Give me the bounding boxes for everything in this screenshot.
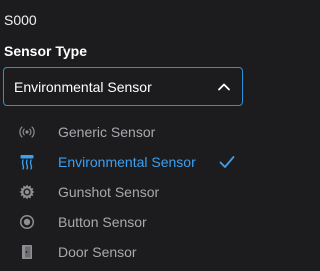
option-gunshot-sensor[interactable]: Gunshot Sensor [0,177,250,207]
option-label: Gunshot Sensor [58,184,160,200]
option-label: Door Sensor [58,244,137,260]
option-generic-sensor[interactable]: Generic Sensor [0,117,250,147]
sensor-type-label: Sensor Type [4,43,87,59]
device-id-label: S000 [4,12,37,28]
sensor-type-options-list: Generic Sensor Environmental Sensor Guns… [0,117,250,267]
sensor-type-select[interactable]: Environmental Sensor [3,67,243,106]
option-label: Generic Sensor [58,124,156,140]
sensor-type-selected-value: Environmental Sensor [14,78,152,95]
button-sensor-icon [19,214,35,230]
chevron-up-icon [216,79,232,95]
gunshot-sensor-icon [19,184,35,200]
broadcast-icon [19,124,35,140]
environmental-sensor-icon [19,154,35,170]
option-door-sensor[interactable]: Door Sensor [0,237,250,267]
option-label: Button Sensor [58,214,147,230]
option-environmental-sensor[interactable]: Environmental Sensor [0,147,250,177]
option-button-sensor[interactable]: Button Sensor [0,207,250,237]
door-icon [19,244,35,260]
option-label: Environmental Sensor [58,154,196,170]
checkmark-icon [219,155,235,169]
